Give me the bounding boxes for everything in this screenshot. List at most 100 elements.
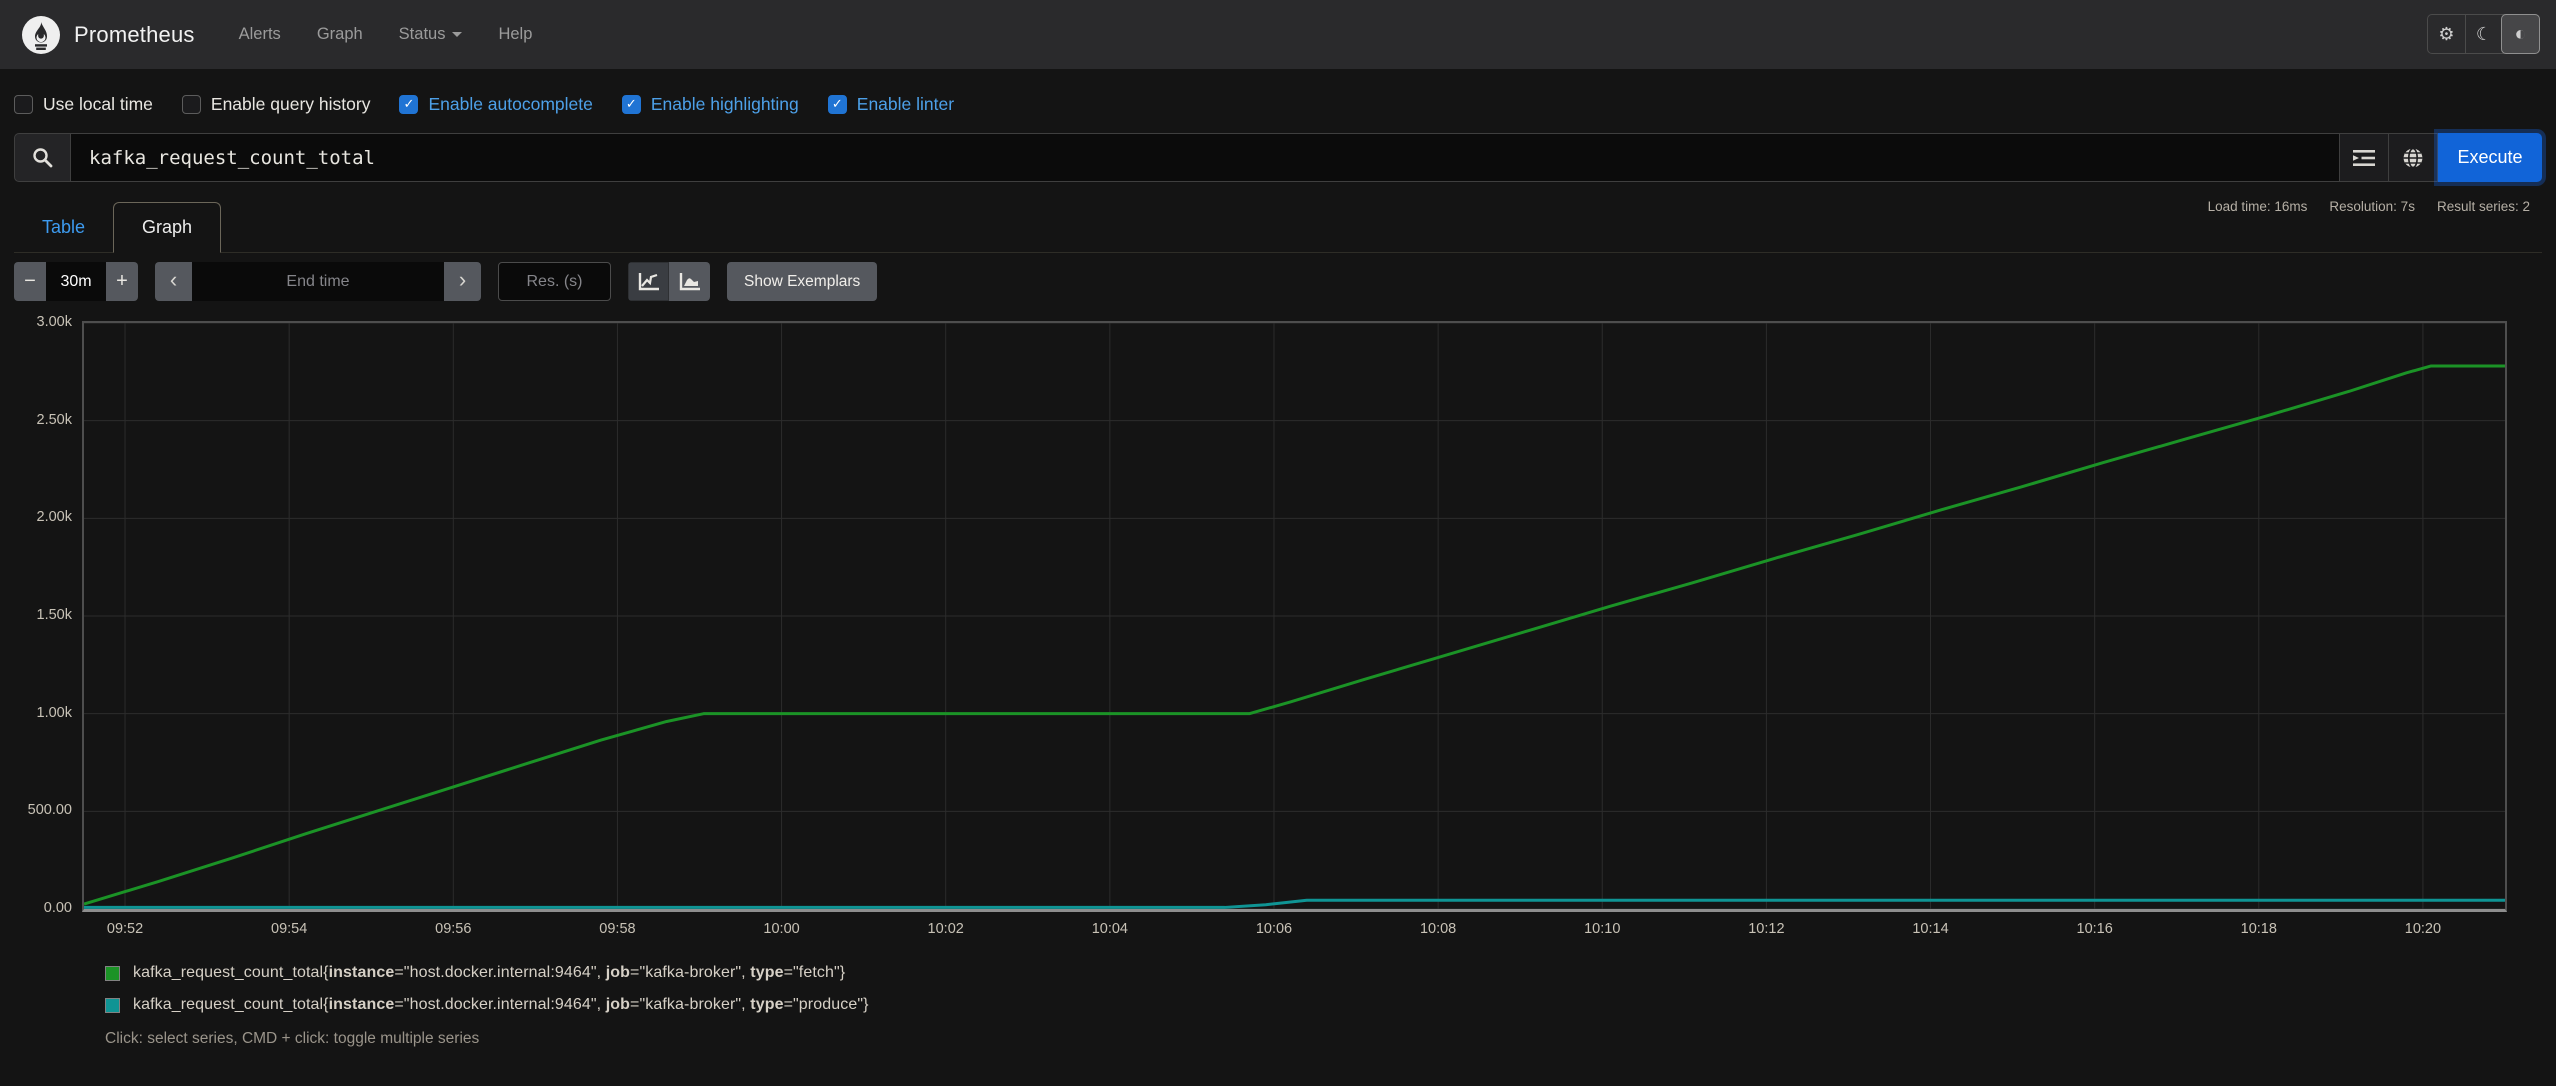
x-axis-tick-label: 10:18 — [2240, 921, 2277, 937]
nav-item-label: Graph — [316, 25, 363, 43]
globe-button[interactable] — [2389, 133, 2438, 182]
y-axis-tick-label: 2.50k — [36, 411, 72, 428]
option-label: Enable highlighting — [650, 93, 799, 114]
x-axis-tick-label: 09:54 — [271, 921, 308, 937]
auto-theme-contrast-icon[interactable]: ◐ — [2501, 14, 2540, 54]
y-axis-tick-label: 1.50k — [36, 607, 72, 623]
x-axis-tick-label: 10:06 — [1255, 921, 1293, 937]
tab-graph[interactable]: Graph — [113, 202, 222, 253]
stat-item: Load time: 16ms — [2207, 199, 2308, 214]
time-forward-button[interactable]: › — [444, 262, 481, 301]
x-axis-tick-label: 10:04 — [1091, 921, 1128, 937]
checkbox-checked[interactable]: ✓ — [621, 94, 641, 114]
metrics-explorer-icon — [2353, 149, 2375, 166]
time-back-button[interactable]: ‹ — [155, 262, 192, 301]
nav-item-help[interactable]: Help — [498, 25, 532, 44]
checkbox-checked[interactable]: ✓ — [399, 94, 419, 114]
stat-item: Resolution: 7s — [2329, 199, 2415, 214]
range-increase-button[interactable]: + — [106, 262, 138, 301]
query-options-row: Use local time Enable query history ✓ Enabl… — [14, 90, 2542, 118]
x-axis-tick-label: 10:00 — [763, 921, 800, 937]
range-control-group: − + — [14, 262, 138, 301]
stat-item: Result series: 2 — [2436, 199, 2530, 214]
app-title: Prometheus — [74, 21, 195, 47]
legend-swatch — [105, 997, 120, 1013]
execute-button[interactable]: Execute — [2438, 133, 2542, 182]
resolution-input[interactable] — [498, 262, 611, 301]
result-tabs: Table Graph Load time: 16ms Resolution: 7s R… — [14, 196, 2542, 253]
checkbox-unchecked[interactable] — [181, 94, 201, 114]
plot-box — [82, 321, 2507, 912]
x-axis-tick-label: 10:20 — [2404, 921, 2442, 937]
option-label: Enable linter — [856, 93, 955, 114]
legend-swatch — [105, 965, 120, 981]
query-stats: Load time: 16ms Resolution: 7s Result seri… — [2208, 199, 2530, 214]
nav-item-status[interactable]: Status — [399, 25, 463, 44]
nav-item-alerts[interactable]: Alerts — [239, 25, 281, 44]
x-axis-tick-label: 10:02 — [927, 921, 964, 937]
theme-button-group: ⚙ ☾ ◐ — [2427, 14, 2540, 54]
option-label: Enable query history — [210, 93, 371, 114]
legend-series-row[interactable]: kafka_request_count_total{instance="host… — [105, 957, 2542, 989]
nav-item-graph[interactable]: Graph — [317, 25, 363, 44]
end-time-control-group: ‹ › — [155, 262, 481, 301]
query-bar: Execute — [14, 133, 2542, 182]
option-enable-highlighting[interactable]: ✓ Enable highlighting — [621, 93, 799, 115]
graph-controls: − + ‹ › Show Exemplars — [14, 262, 2542, 301]
search-icon — [33, 148, 53, 168]
y-axis-tick-label: 3.00k — [36, 314, 72, 330]
globe-icon — [2403, 147, 2423, 168]
x-axis-tick-label: 09:58 — [599, 921, 636, 937]
line-chart-icon — [638, 273, 659, 291]
navbar: Prometheus Alerts Graph Status Help ⚙ ☾ ◐ — [0, 0, 2556, 69]
checkbox-unchecked[interactable] — [14, 94, 33, 114]
range-decrease-button[interactable]: − — [14, 262, 46, 301]
nav-item-label: Status — [398, 25, 446, 43]
x-axis-tick-label: 10:14 — [1912, 921, 1949, 937]
checkbox-checked[interactable]: ✓ — [827, 94, 847, 114]
settings-gear-icon[interactable]: ⚙ — [2428, 15, 2465, 53]
x-axis-tick-label: 10:08 — [1419, 921, 1457, 937]
stacked-chart-toggle-button[interactable] — [669, 262, 710, 301]
x-axis-tick-label: 09:52 — [106, 921, 144, 937]
x-axis-tick-label: 10:16 — [2076, 921, 2113, 937]
legend-series-label: kafka_request_count_total{instance="host… — [133, 964, 846, 981]
legend-series-label: kafka_request_count_total{instance="host… — [133, 996, 869, 1013]
x-axis-tick-label: 09:56 — [435, 921, 472, 937]
legend-hint: Click: select series, CMD + click: toggl… — [105, 1030, 480, 1047]
end-time-input[interactable] — [192, 262, 444, 301]
prometheus-brand[interactable]: Prometheus — [22, 15, 195, 54]
option-enable-autocomplete[interactable]: ✓ Enable autocomplete — [399, 93, 593, 115]
x-axis-tick-label: 10:12 — [1748, 921, 1785, 937]
option-enable-query-history[interactable]: Enable query history — [181, 93, 371, 115]
chevron-down-icon — [452, 32, 463, 37]
dark-theme-moon-icon[interactable]: ☾ — [2465, 15, 2502, 53]
prometheus-logo-icon — [22, 15, 60, 54]
y-axis-tick-label: 1.00k — [36, 704, 72, 721]
legend-series-row[interactable]: kafka_request_count_total{instance="host… — [105, 989, 2542, 1021]
option-use-local-time[interactable]: Use local time — [14, 94, 153, 115]
series-line — [84, 898, 2505, 909]
range-input[interactable] — [46, 262, 106, 301]
series-line — [84, 364, 2505, 906]
plot-svg[interactable] — [84, 323, 2505, 909]
line-chart-toggle-button[interactable] — [628, 262, 669, 301]
tab-table[interactable]: Table — [14, 203, 113, 252]
x-axis-tick-label: 10:10 — [1584, 921, 1621, 937]
chart-type-toggle-group — [628, 262, 710, 301]
y-axis-tick-label: 500.00 — [27, 802, 72, 819]
nav-item-label: Alerts — [238, 25, 281, 43]
metrics-explorer-button[interactable] — [2340, 133, 2389, 182]
y-axis-tick-label: 0.00 — [43, 900, 72, 916]
query-expression-input[interactable] — [70, 133, 2340, 182]
show-exemplars-button[interactable]: Show Exemplars — [727, 262, 878, 301]
search-addon — [14, 133, 70, 182]
option-label: Enable autocomplete — [428, 93, 593, 114]
nav-links: Alerts Graph Status Help — [239, 25, 533, 44]
option-label: Use local time — [43, 93, 153, 114]
nav-item-label: Help — [498, 25, 533, 43]
legend: kafka_request_count_total{instance="host… — [105, 957, 2542, 1048]
stacked-chart-icon — [679, 273, 700, 291]
option-enable-linter[interactable]: ✓ Enable linter — [827, 93, 955, 115]
y-axis-tick-label: 2.00k — [36, 509, 72, 526]
